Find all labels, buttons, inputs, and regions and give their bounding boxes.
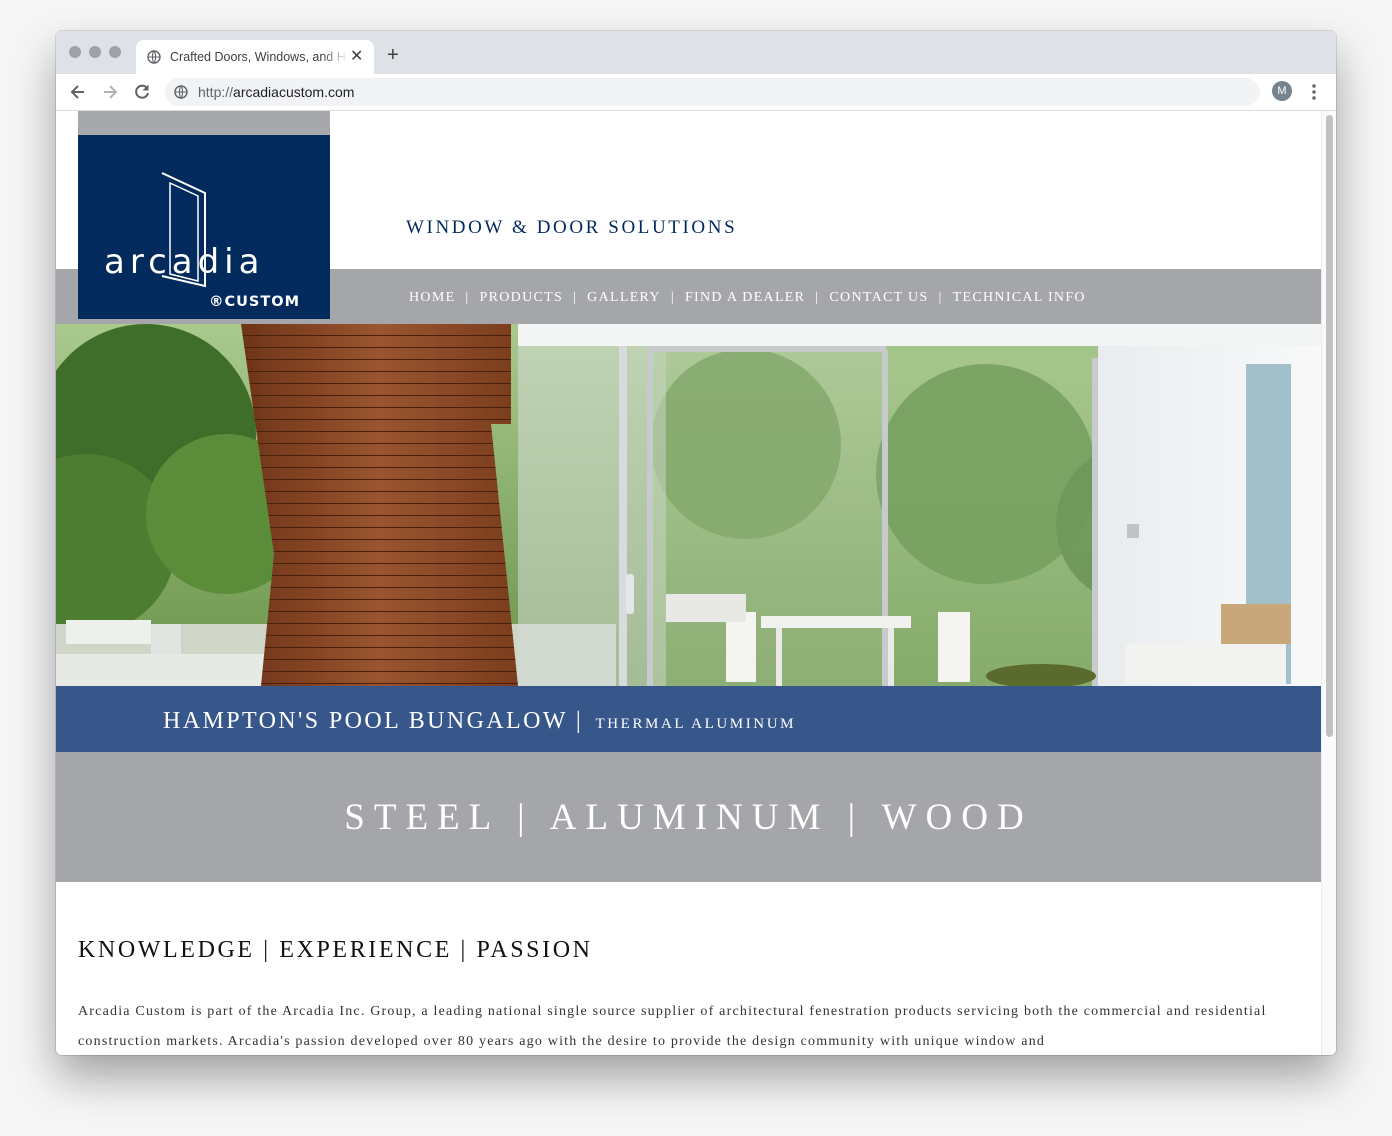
profile-avatar[interactable]: M — [1272, 81, 1292, 101]
new-tab-button[interactable]: + — [387, 45, 399, 65]
nav-separator: | — [573, 290, 578, 305]
arcadia-logo[interactable]: arcadia ®CUSTOM — [78, 135, 330, 319]
nav-separator: | — [815, 290, 820, 305]
logo-wordmark: arcadia — [104, 242, 265, 282]
nav-items: HOME | PRODUCTS | GALLERY | FIND A DEALER | CONT… — [409, 290, 1086, 306]
close-window-button[interactable] — [69, 46, 81, 58]
logo-top-band — [78, 111, 330, 135]
nav-gallery[interactable]: GALLERY — [587, 290, 661, 305]
browser-tab[interactable]: Crafted Doors, Windows, and H ✕ — [136, 40, 374, 74]
site-tagline: WINDOW & DOOR SOLUTIONS — [406, 217, 738, 238]
browser-toolbar: http://arcadiacustom.com M — [56, 74, 1336, 111]
browser-window: Crafted Doors, Windows, and H ✕ + http:/… — [56, 31, 1336, 1055]
minimize-window-button[interactable] — [89, 46, 101, 58]
intro-paragraph: Arcadia Custom is part of the Arcadia In… — [78, 1004, 1267, 1049]
hero-caption-separator: | — [575, 708, 584, 734]
web-page: arcadia ®CUSTOM WINDOW & DOOR SOLUTIONS … — [56, 111, 1321, 1055]
reload-icon[interactable] — [132, 82, 152, 102]
scrollbar-thumb[interactable] — [1326, 115, 1333, 737]
globe-icon — [147, 50, 161, 64]
url-protocol: http:// — [198, 84, 234, 100]
close-tab-icon[interactable]: ✕ — [350, 49, 363, 65]
nav-products[interactable]: PRODUCTS — [480, 290, 564, 305]
hero-caption: HAMPTON'S POOL BUNGALOW | THERMAL ALUMIN… — [163, 708, 796, 735]
nav-home[interactable]: HOME — [409, 290, 455, 305]
more-vertical-icon[interactable] — [1308, 82, 1320, 102]
nav-separator: | — [938, 290, 943, 305]
page-viewport: arcadia ®CUSTOM WINDOW & DOOR SOLUTIONS … — [56, 111, 1336, 1055]
url-host: arcadiacustom.com — [233, 84, 355, 100]
back-arrow-icon[interactable] — [68, 82, 88, 102]
nav-separator: | — [465, 290, 470, 305]
url-text: http://arcadiacustom.com — [198, 84, 354, 100]
nav-find-a-dealer[interactable]: FIND A DEALER — [685, 290, 805, 305]
materials-text: STEEL | ALUMINUM | WOOD — [344, 797, 1033, 838]
tab-strip: Crafted Doors, Windows, and H ✕ + — [56, 31, 1336, 74]
tab-title: Crafted Doors, Windows, and H — [170, 50, 346, 64]
hero-project-title: HAMPTON'S POOL BUNGALOW — [163, 708, 568, 734]
hero-project-material: THERMAL ALUMINUM — [595, 716, 797, 732]
forward-arrow-icon[interactable] — [100, 82, 120, 102]
logo-custom-label: ®CUSTOM — [209, 294, 301, 310]
page-scrollbar[interactable] — [1321, 111, 1336, 1055]
section-heading: KNOWLEDGE | EXPERIENCE | PASSION — [78, 937, 593, 963]
materials-banner: STEEL | ALUMINUM | WOOD — [56, 752, 1321, 882]
hero-caption-bar: HAMPTON'S POOL BUNGALOW | THERMAL ALUMIN… — [56, 686, 1321, 752]
nav-separator: | — [670, 290, 675, 305]
maximize-window-button[interactable] — [109, 46, 121, 58]
nav-contact-us[interactable]: CONTACT US — [829, 290, 928, 305]
door-outline-icon — [161, 172, 206, 288]
nav-technical-info[interactable]: TECHNICAL INFO — [953, 290, 1086, 305]
address-bar[interactable]: http://arcadiacustom.com — [165, 78, 1260, 106]
site-info-globe-icon[interactable] — [174, 85, 188, 99]
hero-banner[interactable]: HAMPTON'S POOL BUNGALOW | THERMAL ALUMIN… — [56, 324, 1321, 752]
